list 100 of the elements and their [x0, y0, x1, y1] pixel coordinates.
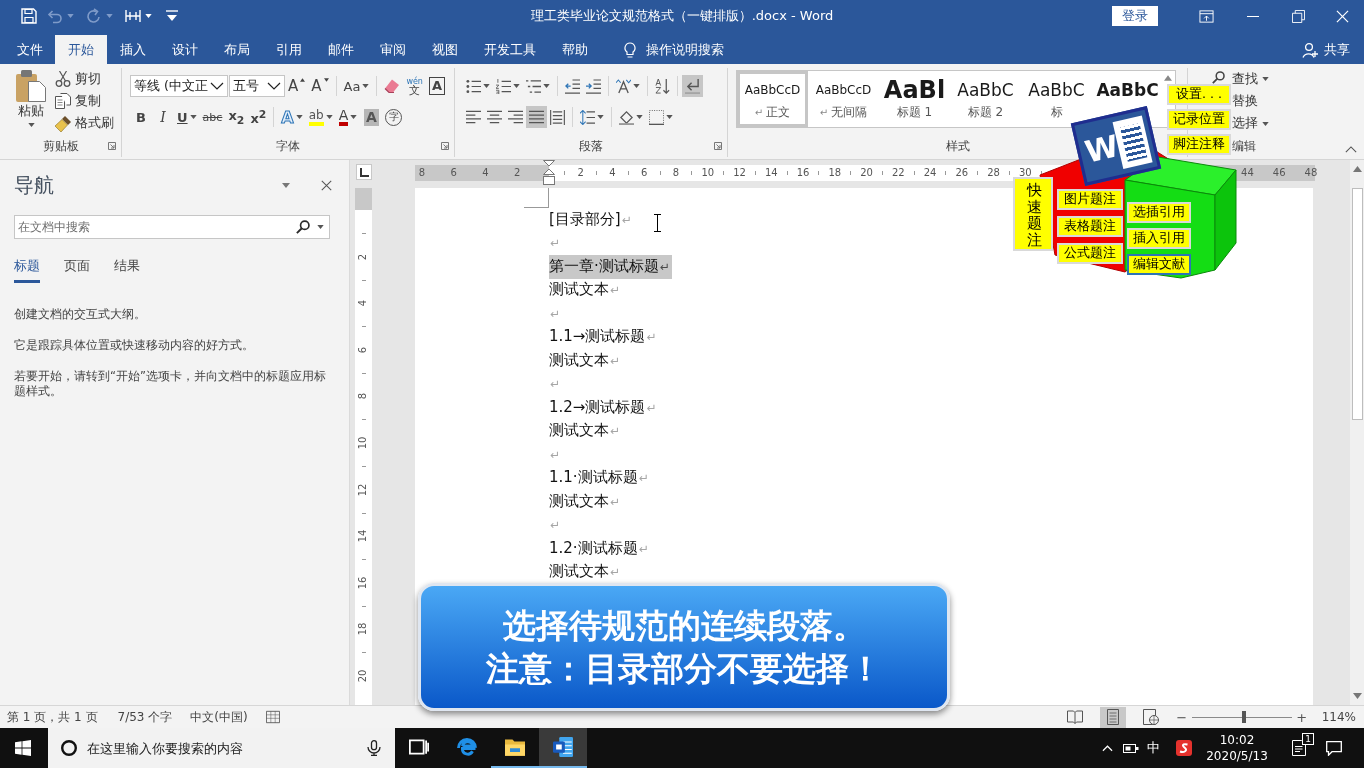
select-button[interactable]: 选择: [1232, 112, 1269, 135]
quick-caption-button[interactable]: 快速题注: [1013, 177, 1053, 251]
shrink-font-button[interactable]: A: [308, 75, 332, 97]
language-indicator[interactable]: 中文(中国): [190, 708, 248, 726]
reference-button[interactable]: 选插引用: [1127, 202, 1191, 223]
sign-in-button[interactable]: 登录: [1112, 6, 1158, 26]
ribbon-tab[interactable]: 引用: [263, 35, 315, 64]
chevron-up-icon[interactable]: [1102, 744, 1113, 752]
font-color-button[interactable]: A: [335, 106, 361, 128]
indent-marker-icon[interactable]: [543, 160, 555, 185]
grow-font-button[interactable]: A: [285, 75, 309, 97]
style-item[interactable]: AaBbCcD ↵ 正文: [737, 71, 808, 127]
tab-selector[interactable]: [356, 164, 372, 180]
justify-button[interactable]: [526, 106, 547, 128]
highlight-button[interactable]: ab: [305, 106, 336, 128]
zoom-out-button[interactable]: −: [1175, 709, 1188, 725]
search-icon[interactable]: [296, 220, 310, 234]
addin-button[interactable]: 设置. . .: [1167, 84, 1231, 105]
vertical-ruler[interactable]: 2 4 6 8 10 12 14 16 18 20: [355, 188, 372, 705]
reference-button[interactable]: 插入引用: [1127, 228, 1191, 249]
zoom-in-button[interactable]: +: [1295, 709, 1308, 725]
ribbon-display-icon[interactable]: [1199, 8, 1214, 24]
font-name-field[interactable]: 等线 (中文正: [130, 75, 228, 97]
style-item[interactable]: AaBbC 标题 2: [950, 71, 1021, 127]
caption-button[interactable]: 图片题注: [1057, 189, 1123, 210]
microphone-icon[interactable]: [367, 740, 381, 756]
ribbon-tab[interactable]: 文件: [0, 35, 55, 64]
replace-button[interactable]: 替换: [1232, 90, 1258, 113]
search-field[interactable]: 在这里输入你要搜索的内容: [48, 728, 395, 768]
strikethrough-button[interactable]: abc: [199, 106, 226, 128]
ribbon-tab[interactable]: 插入: [107, 35, 159, 64]
caret-icon[interactable]: [317, 225, 324, 229]
superscript-button[interactable]: x$^{2}$: [247, 106, 270, 128]
bold-button[interactable]: B: [130, 106, 152, 128]
share-button[interactable]: 共享: [1302, 35, 1350, 64]
save-icon[interactable]: [21, 8, 37, 24]
clock[interactable]: 10:02 2020/5/13: [1206, 732, 1268, 764]
style-item[interactable]: AaBl 标题 1: [879, 71, 950, 127]
copy-button[interactable]: 复制: [55, 90, 114, 113]
show-marks-button[interactable]: [682, 75, 703, 97]
restore-icon[interactable]: [1292, 9, 1305, 23]
reference-button[interactable]: 编辑文献: [1127, 254, 1191, 275]
tell-me-search[interactable]: 操作说明搜索: [623, 35, 724, 64]
line-spacing-icon: [580, 109, 595, 125]
touch-mode-icon[interactable]: [125, 8, 141, 24]
paste-button[interactable]: 粘贴: [13, 68, 49, 135]
caret-icon[interactable]: [145, 14, 152, 18]
subscript-button[interactable]: x$_{2}$: [225, 106, 248, 128]
print-layout-button[interactable]: [1099, 706, 1126, 728]
zoom-slider-thumb[interactable]: [1241, 711, 1246, 723]
change-case-button[interactable]: Aa: [340, 75, 373, 97]
ribbon-tab[interactable]: 布局: [211, 35, 263, 64]
macro-icon[interactable]: [265, 710, 280, 724]
cut-button[interactable]: 剪切: [55, 68, 114, 91]
scroll-down-icon[interactable]: [1352, 693, 1362, 699]
style-item[interactable]: AaBbCcD ↵ 无间隔: [808, 71, 879, 127]
ribbon-tab[interactable]: 设计: [159, 35, 211, 64]
input-method-icon[interactable]: [1176, 740, 1192, 756]
underline-button[interactable]: U: [174, 106, 200, 128]
style-item[interactable]: AaBbC: [1092, 71, 1163, 105]
message-icon[interactable]: [1326, 740, 1342, 756]
addin-button[interactable]: 脚注注释: [1167, 134, 1231, 155]
close-icon[interactable]: [321, 179, 332, 191]
ribbon-tab[interactable]: 开发工具: [471, 35, 549, 64]
paragraph-text: 1.2→测试标题↵: [549, 396, 658, 418]
down-arrowhead-icon: [323, 78, 329, 82]
phonetic-guide-button[interactable]: wén 文: [403, 75, 426, 97]
pane-tab[interactable]: 标题: [14, 257, 40, 283]
zoom-level[interactable]: 114%: [1321, 710, 1356, 724]
dialog-launcher-icon[interactable]: [714, 142, 722, 150]
ribbon-tab[interactable]: 邮件: [315, 35, 367, 64]
taskbar-app-button[interactable]: [539, 728, 587, 768]
dialog-launcher-icon[interactable]: [441, 142, 449, 150]
caret-icon[interactable]: [282, 182, 290, 188]
caption-button[interactable]: 公式题注: [1057, 243, 1123, 264]
ruler-number: 24: [922, 166, 938, 180]
pane-tab[interactable]: 结果: [114, 257, 140, 283]
ribbon-tab[interactable]: 开始: [55, 35, 107, 64]
caption-button[interactable]: 表格题注: [1057, 216, 1123, 237]
pane-tab[interactable]: 页面: [64, 257, 90, 283]
font-size-field[interactable]: 五号: [229, 75, 285, 97]
ruler-number: 2: [576, 166, 585, 180]
page-count[interactable]: 第 1 页，共 1 页: [7, 708, 98, 726]
scrollbar-thumb[interactable]: [1351, 188, 1363, 420]
windows-icon[interactable]: [15, 740, 31, 756]
input-mode-indicator[interactable]: 中: [1147, 739, 1160, 757]
scroll-up-icon[interactable]: [1352, 166, 1362, 172]
word-count[interactable]: 7/53 个字: [117, 708, 173, 726]
addin-button[interactable]: 记录位置: [1167, 109, 1231, 130]
dialog-launcher-icon[interactable]: [108, 142, 116, 150]
ribbon-tab[interactable]: 视图: [419, 35, 471, 64]
ribbon-tab[interactable]: 帮助: [549, 35, 601, 64]
italic-button[interactable]: I: [152, 106, 174, 128]
scroll-up-icon[interactable]: [1164, 75, 1172, 81]
collapse-ribbon-icon[interactable]: [1345, 146, 1357, 153]
format-painter-button[interactable]: 格式刷: [55, 112, 114, 135]
notes-icon[interactable]: [1292, 740, 1306, 756]
ribbon-tab[interactable]: 审阅: [367, 35, 419, 64]
minimize-icon[interactable]: [1247, 15, 1259, 17]
search-field[interactable]: 在文档中搜索: [14, 215, 330, 239]
